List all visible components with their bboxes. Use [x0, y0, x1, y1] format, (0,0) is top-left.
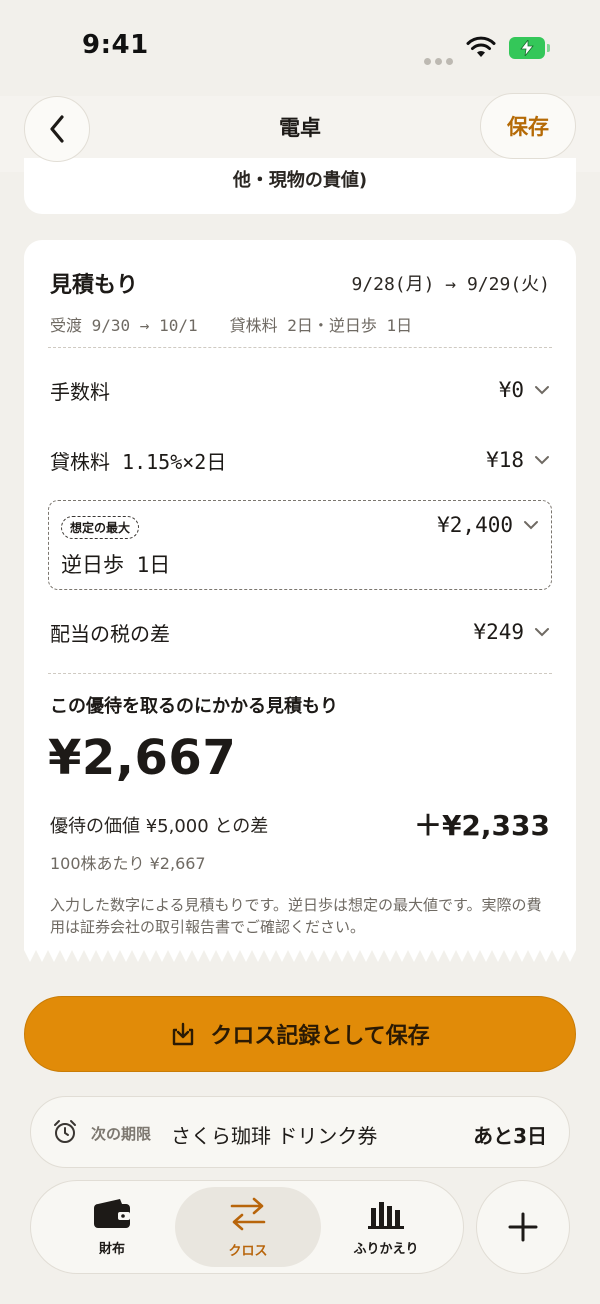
tab-label: 財布 [98, 1241, 125, 1257]
plus-icon [508, 1212, 538, 1242]
chevron-down-icon [535, 386, 549, 395]
battery-charging-icon [509, 37, 550, 59]
divider [48, 347, 552, 348]
rental-fee-label: 貸株料 1.15%×2日 [50, 449, 227, 474]
receipt-edge [24, 950, 576, 962]
rental-fee-value: ¥18 [486, 448, 524, 472]
tab-cross[interactable]: クロス [175, 1187, 321, 1267]
chevron-down-icon [535, 456, 549, 465]
deadline-remaining: あと3日 [473, 1124, 547, 1148]
estimate-dates: 9/28(月) → 9/29(火) [351, 274, 550, 295]
fee-row[interactable]: 手数料 ¥0 [50, 370, 550, 410]
add-button[interactable] [476, 1180, 570, 1274]
tab-review[interactable]: ふりかえり [313, 1187, 459, 1267]
divider [48, 673, 552, 674]
tab-wallet[interactable]: 財布 [39, 1187, 185, 1267]
rental-fee-row[interactable]: 貸株料 1.15%×2日 ¥18 [50, 440, 550, 480]
rental-days: 貸株料 2日・逆日歩 1日 [229, 316, 413, 335]
estimate-title: 見積もり [50, 273, 139, 298]
chevron-down-icon [535, 628, 549, 637]
previous-card: 他・現物の貴値) [24, 158, 576, 214]
max-estimate-badge: 想定の最大 [61, 516, 140, 539]
save-cross-record-button[interactable]: クロス記録として保存 [24, 996, 576, 1072]
tab-label: ふりかえり [353, 1241, 419, 1257]
value-diff-amount: ＋¥2,333 [413, 809, 550, 842]
per-100-shares: 100株あたり ¥2,667 [50, 854, 206, 873]
dividend-tax-value: ¥249 [473, 620, 524, 644]
reverse-fee-row[interactable]: 想定の最大 逆日歩 1日 ¥2,400 [48, 500, 552, 590]
wifi-icon [466, 36, 496, 57]
save-cross-record-label: クロス記録として保存 [210, 1024, 430, 1049]
save-button[interactable]: 保存 [480, 93, 576, 159]
fee-label: 手数料 [50, 379, 110, 404]
deadline-caption: 次の期限 [91, 1125, 152, 1143]
reverse-fee-value: ¥2,400 [437, 513, 513, 537]
next-deadline-banner[interactable]: 次の期限 さくら珈琲 ドリンク券 あと3日 [30, 1096, 570, 1168]
total-caption: この優待を取るのにかかる見積もり [50, 696, 338, 717]
dividend-tax-label: 配当の税の差 [50, 621, 170, 646]
wallet-icon [94, 1198, 130, 1228]
tab-label: クロス [228, 1243, 268, 1259]
disclaimer-note: 入力した数字による見積もりです。逆日歩は想定の最大値です。実際の費用は証券会社の… [50, 896, 542, 936]
estimate-subinfo: 受渡 9/30 → 10/1 貸株料 2日・逆日歩 1日 [50, 312, 412, 336]
bar-chart-icon [368, 1201, 404, 1229]
alarm-clock-icon [54, 1120, 76, 1143]
download-tray-icon [173, 1022, 194, 1046]
chevron-down-icon [524, 521, 538, 530]
reverse-fee-label: 逆日歩 1日 [61, 553, 171, 577]
status-time: 9:41 [82, 30, 149, 60]
value-diff-label: 優待の価値 ¥5,000 との差 [50, 816, 269, 837]
swap-arrows-icon [230, 1197, 266, 1230]
total-amount: ¥2,667 [48, 730, 237, 786]
tab-bar: 財布 クロス ふりかえり [30, 1180, 464, 1274]
dividend-tax-row[interactable]: 配当の税の差 ¥249 [50, 612, 550, 652]
fee-value: ¥0 [498, 378, 524, 402]
settlement-dates: 受渡 9/30 → 10/1 [50, 316, 198, 335]
estimate-card: 見積もり 9/28(月) → 9/29(火) 受渡 9/30 → 10/1 貸株料… [24, 240, 576, 950]
cellular-signal-icon [424, 50, 457, 69]
deadline-item-name: さくら珈琲 ドリンク券 [171, 1124, 378, 1148]
previous-card-text: 他・現物の貴値) [232, 170, 368, 191]
status-bar: 9:41 [0, 0, 600, 96]
